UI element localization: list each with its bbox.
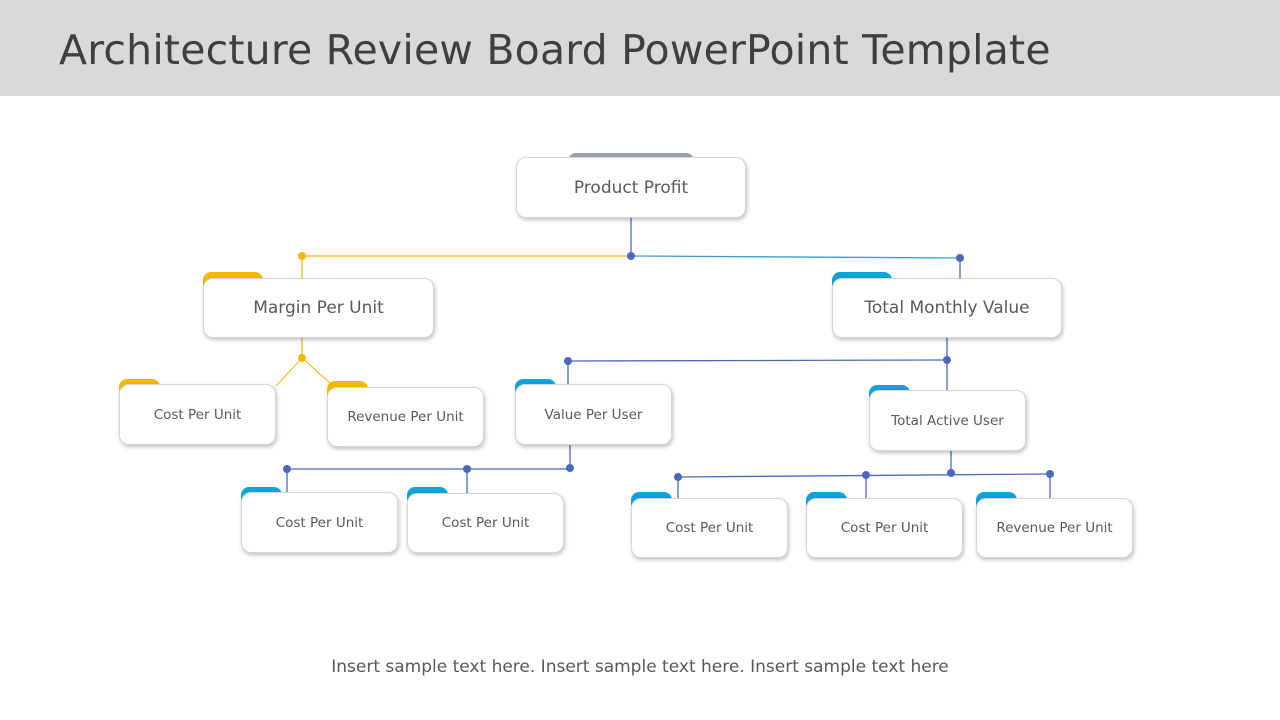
node-label: Cost Per Unit	[441, 515, 530, 531]
connector-dot	[463, 465, 471, 473]
connector-dot	[674, 473, 682, 481]
node-label: Revenue Per Unit	[996, 520, 1113, 536]
connector-margin-right	[301, 357, 331, 384]
connector-dot	[1046, 470, 1054, 478]
connector-dot	[943, 356, 951, 364]
node-label: Cost Per Unit	[840, 520, 929, 536]
connector-dot	[566, 464, 574, 472]
node-active-cost-per-unit-2[interactable]: Cost Per Unit	[806, 498, 963, 558]
connector-dot	[298, 252, 306, 260]
node-label: Margin Per Unit	[253, 298, 384, 318]
connector-lines	[275, 217, 1054, 499]
node-label: Total Active User	[891, 412, 1004, 429]
connector-dot	[862, 471, 870, 479]
node-value-user-cost-per-unit-2[interactable]: Cost Per Unit	[407, 493, 564, 553]
node-total-active-user[interactable]: Total Active User	[869, 390, 1026, 451]
connector-dot	[298, 354, 306, 362]
connector-dot	[627, 252, 635, 260]
connector-margin-left	[275, 357, 303, 387]
connector-monthly-branch	[567, 359, 948, 362]
node-total-monthly-value[interactable]: Total Monthly Value	[832, 278, 1062, 338]
node-label: Cost Per Unit	[275, 514, 364, 531]
node-margin-per-unit[interactable]: Margin Per Unit	[203, 278, 434, 338]
node-value-per-user[interactable]: Value Per User	[515, 384, 672, 445]
connector-dot	[564, 357, 572, 365]
node-active-cost-per-unit-1[interactable]: Cost Per Unit	[631, 498, 788, 558]
node-label: Revenue Per Unit	[347, 409, 464, 425]
node-margin-revenue-per-unit[interactable]: Revenue Per Unit	[327, 387, 484, 447]
node-label: Total Monthly Value	[864, 298, 1030, 318]
footer-text: Insert sample text here. Insert sample t…	[331, 657, 949, 677]
node-label: Cost Per Unit	[153, 406, 242, 423]
node-product-profit[interactable]: Product Profit	[516, 157, 746, 218]
node-label: Cost Per Unit	[665, 520, 754, 536]
node-label: Product Profit	[573, 177, 689, 198]
node-value-user-cost-per-unit-1[interactable]: Cost Per Unit	[241, 492, 398, 553]
connector-dot	[956, 254, 964, 262]
node-label: Value Per User	[544, 406, 643, 423]
connector-root-right	[630, 255, 961, 259]
node-active-revenue-per-unit[interactable]: Revenue Per Unit	[976, 498, 1133, 558]
node-margin-cost-per-unit[interactable]: Cost Per Unit	[119, 384, 276, 445]
connector-dot	[947, 469, 955, 477]
connector-dot	[283, 465, 291, 473]
